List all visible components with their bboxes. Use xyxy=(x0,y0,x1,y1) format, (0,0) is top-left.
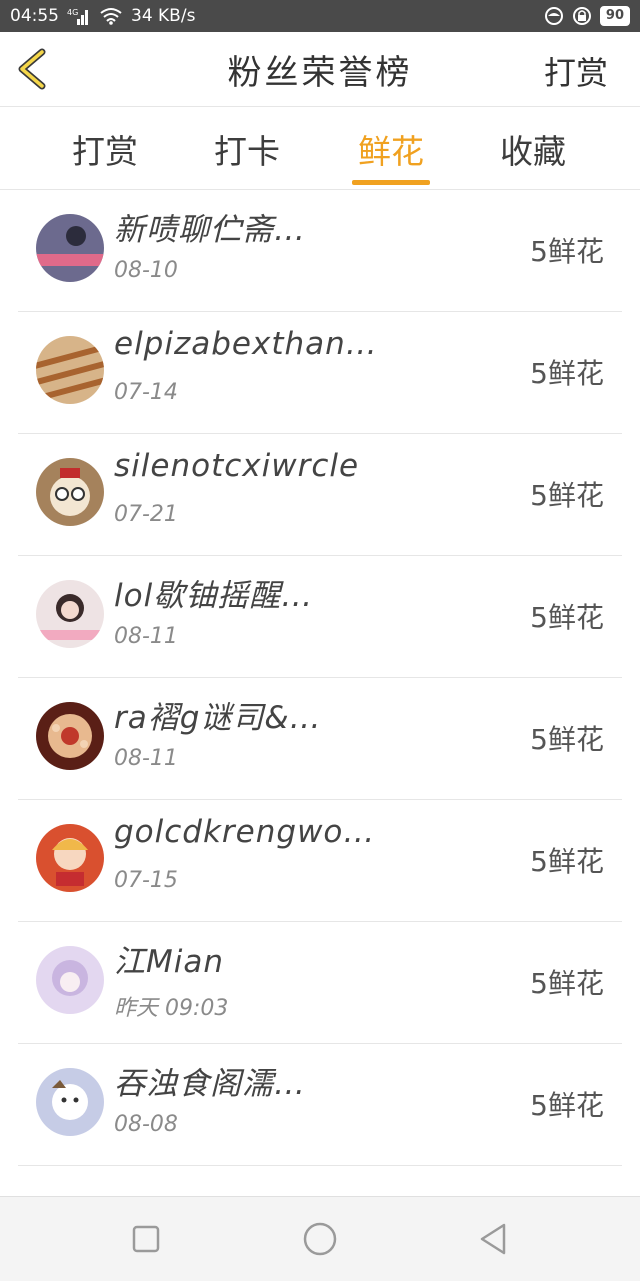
flower-amount: 5鲜花 xyxy=(530,601,604,634)
fan-name: 江Mian xyxy=(114,944,225,980)
recent-apps-button[interactable] xyxy=(128,1221,164,1257)
fan-date: 08-10 xyxy=(114,258,178,283)
sync-icon xyxy=(544,6,564,26)
list-item[interactable]: lol歇铀摇醒… 08-11 5鲜花 xyxy=(18,556,622,678)
list-item[interactable]: elpizabexthan… 07-14 5鲜花 xyxy=(18,312,622,434)
fan-name: golcdkrengwo… xyxy=(114,814,376,850)
wifi-icon xyxy=(99,7,123,25)
avatar xyxy=(36,336,104,404)
fan-date: 07-14 xyxy=(114,380,178,405)
fan-name: ra褶g谜司&… xyxy=(114,700,322,736)
back-nav-button[interactable] xyxy=(476,1221,512,1257)
tab-favorites[interactable]: 收藏 xyxy=(478,125,588,173)
status-bar: 04:55 4G 34 KB/s 90 xyxy=(0,0,640,32)
fan-name: 新啧聊伫斋… xyxy=(114,212,306,248)
tab-flowers[interactable]: 鲜花 xyxy=(336,125,446,173)
list-item[interactable]: silenotcxiwrcle 07-21 5鲜花 xyxy=(18,434,622,556)
avatar xyxy=(36,824,104,892)
avatar xyxy=(36,580,104,648)
tab-checkin[interactable]: 打卡 xyxy=(192,125,302,173)
fan-date: 昨天 09:03 xyxy=(114,996,229,1021)
fan-list: 新啧聊伫斋… 08-10 5鲜花 elpizabexthan… 07-14 5鲜… xyxy=(0,190,640,1166)
fan-name: silenotcxiwrcle xyxy=(114,448,360,484)
list-item[interactable]: 新啧聊伫斋… 08-10 5鲜花 xyxy=(18,190,622,312)
avatar xyxy=(36,1068,104,1136)
fan-name: 吞浊食阁濡… xyxy=(114,1066,306,1102)
list-item[interactable]: ra褶g谜司&… 08-11 5鲜花 xyxy=(18,678,622,800)
list-item[interactable]: 江Mian 昨天 09:03 5鲜花 xyxy=(18,922,622,1044)
title-bar: 粉丝荣誉榜 打赏 xyxy=(0,32,640,107)
flower-amount: 5鲜花 xyxy=(530,967,604,1000)
fan-name: lol歇铀摇醒… xyxy=(114,578,314,614)
list-item[interactable]: 吞浊食阁濡… 08-08 5鲜花 xyxy=(18,1044,622,1166)
flower-amount: 5鲜花 xyxy=(530,235,604,268)
chevron-left-icon xyxy=(18,48,46,90)
battery-level: 90 xyxy=(599,6,630,26)
triangle-back-icon xyxy=(480,1223,506,1255)
fan-date: 08-11 xyxy=(114,746,178,771)
flower-amount: 5鲜花 xyxy=(530,723,604,756)
fan-date: 07-15 xyxy=(114,868,178,893)
reward-button[interactable]: 打赏 xyxy=(544,48,608,94)
fan-date: 07-21 xyxy=(114,502,178,527)
avatar xyxy=(36,214,104,282)
list-item[interactable]: golcdkrengwo… 07-15 5鲜花 xyxy=(18,800,622,922)
tab-reward[interactable]: 打赏 xyxy=(50,125,160,173)
flower-amount: 5鲜花 xyxy=(530,845,604,878)
flower-amount: 5鲜花 xyxy=(530,357,604,390)
flower-amount: 5鲜花 xyxy=(530,1089,604,1122)
avatar xyxy=(36,458,104,526)
network-speed: 34 KB/s xyxy=(131,6,196,26)
avatar xyxy=(36,702,104,770)
fan-date: 08-11 xyxy=(114,624,178,649)
home-button[interactable] xyxy=(300,1221,337,1257)
status-time: 04:55 xyxy=(10,6,59,26)
signal-icon: 4G xyxy=(67,7,91,25)
flower-amount: 5鲜花 xyxy=(530,479,604,512)
avatar xyxy=(36,946,104,1014)
tab-bar: 打赏 打卡 鲜花 收藏 xyxy=(0,107,640,190)
fan-date: 08-08 xyxy=(114,1112,178,1137)
page-title: 粉丝荣誉榜 xyxy=(227,52,413,93)
lock-icon xyxy=(572,6,592,26)
active-tab-indicator xyxy=(352,180,430,185)
system-nav-bar xyxy=(0,1196,640,1281)
back-button[interactable] xyxy=(14,48,54,90)
square-icon xyxy=(132,1225,160,1253)
fan-name: elpizabexthan… xyxy=(114,326,378,362)
circle-icon xyxy=(303,1222,337,1256)
network-label: 4G xyxy=(67,8,78,17)
